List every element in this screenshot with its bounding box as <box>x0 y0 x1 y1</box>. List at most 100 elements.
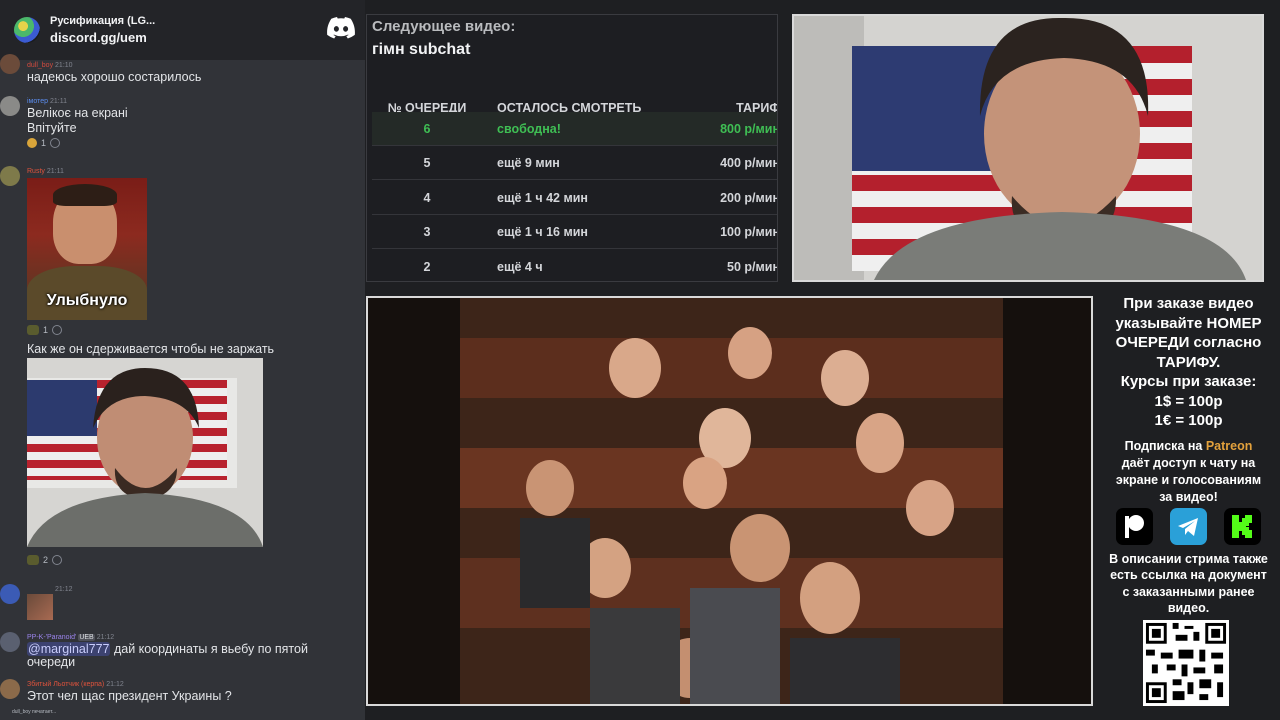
sub-prefix: Подписка на <box>1124 439 1206 453</box>
video-frame <box>460 298 1003 704</box>
message-username[interactable]: Збитый Льотчик (керпа) 21:12 <box>27 680 124 689</box>
order-info-panel: При заказе видео указывайте НОМЕР ОЧЕРЕД… <box>1097 290 1280 720</box>
qr-code[interactable] <box>1143 620 1229 706</box>
username-text: Rusty <box>27 168 45 175</box>
cell-position: 5 <box>423 156 431 170</box>
emoji-icon <box>27 325 39 335</box>
order-instructions: При заказе видео указывайте НОМЕР ОЧЕРЕД… <box>1097 294 1280 431</box>
reaction[interactable]: 2 <box>27 553 63 567</box>
cell-remaining: свободна! <box>497 122 561 136</box>
image-attachment[interactable] <box>27 358 263 547</box>
queue-panel: Следующее видео: гімн subchat № ОЧЕРЕДИ … <box>366 14 778 282</box>
message-username[interactable]: імотер 21:11 <box>27 97 67 106</box>
server-tag-badge: UEB <box>78 634 95 641</box>
patreon-glyph <box>1125 515 1144 538</box>
patreon-icon[interactable] <box>1116 508 1153 545</box>
subscription-note: Подписка на Patreon даёт доступ к чату н… <box>1097 438 1280 506</box>
discord-chat-panel: Русификация (LG... discord.gg/uem dull_b… <box>0 0 365 720</box>
avatar[interactable] <box>0 632 20 652</box>
message-username[interactable]: Rusty 21:11 <box>27 167 64 176</box>
webcam-snapshot <box>27 358 263 547</box>
message-username[interactable]: PP-K-'Paranoid' UEB 21:12 <box>27 633 114 642</box>
cell-remaining: ещё 1 ч 42 мин <box>497 191 588 205</box>
message-time: 21:12 <box>106 681 124 688</box>
reaction[interactable]: 1 <box>27 323 63 337</box>
username-text: Збитый Льотчик (керпа) <box>27 681 105 688</box>
info-line: с заказанными ранее <box>1122 584 1255 599</box>
discord-server-header[interactable]: Русификация (LG... discord.gg/uem <box>0 0 365 60</box>
sticker-image[interactable] <box>27 594 53 620</box>
cell-remaining: ещё 9 мин <box>497 156 560 170</box>
message-username[interactable]: dull_boy 21:10 <box>27 61 73 70</box>
cell-tariff: 200 р/мин <box>720 191 778 205</box>
video-player[interactable] <box>366 296 1093 706</box>
server-invite[interactable]: discord.gg/uem <box>50 29 155 47</box>
message-list[interactable]: dull_boy 21:10 надеюсь хорошо состарилос… <box>0 54 365 720</box>
letterbox-left <box>368 298 460 704</box>
telegram-glyph <box>1178 518 1198 536</box>
image-caption: Улыбнуло <box>46 292 128 309</box>
avatar[interactable] <box>0 166 20 186</box>
avatar[interactable] <box>0 54 20 74</box>
kick-icon[interactable] <box>1224 508 1261 545</box>
next-video-label: Следующее видео: <box>372 18 516 35</box>
image-attachment[interactable]: Улыбнуло <box>27 178 147 320</box>
cell-remaining: ещё 4 ч <box>497 260 543 274</box>
cell-position: 2 <box>423 260 431 274</box>
user-mention[interactable]: @marginal777 <box>27 642 111 656</box>
avatar[interactable] <box>0 679 20 699</box>
laugh-emoji-icon <box>27 138 37 148</box>
qr-code-icon <box>1143 620 1229 706</box>
audience-scene <box>460 298 1003 704</box>
message-username[interactable]: 21:12 <box>55 585 73 594</box>
username-text: імотер <box>27 98 49 105</box>
message-time: 21:11 <box>49 98 67 105</box>
info-line: В описании стрима также <box>1109 552 1268 566</box>
reaction-count: 1 <box>43 325 49 335</box>
avatar[interactable] <box>0 96 20 116</box>
add-reaction-icon[interactable] <box>50 138 61 148</box>
next-video-title: гімн subchat <box>372 41 471 58</box>
exchange-rate-eur: 1€ = 100р <box>1154 412 1223 429</box>
message-text: Этот чел щас президент Украины ? <box>27 689 232 703</box>
cell-tariff: 800 р/мин <box>720 122 778 136</box>
message-text: надеюсь хорошо состарилось <box>27 70 202 84</box>
letterbox-right <box>1003 298 1091 704</box>
cell-remaining: ещё 1 ч 16 мин <box>497 225 588 239</box>
table-row: 2 ещё 4 ч 50 р/мин <box>372 250 778 281</box>
patreon-link[interactable]: Patreon <box>1206 439 1253 453</box>
add-reaction-icon[interactable] <box>52 555 63 565</box>
username-text: dull_boy <box>27 62 54 69</box>
message-text: Как же он сдерживается чтобы не заржать <box>27 342 275 356</box>
reaction-count: 1 <box>41 138 47 148</box>
cell-tariff: 100 р/мин <box>720 225 778 239</box>
webcam-feed <box>794 16 1262 280</box>
table-row: 3 ещё 1 ч 16 мин 100 р/мин <box>372 215 778 249</box>
exchange-rate-usd: 1$ = 100р <box>1154 392 1223 410</box>
info-line: ОЧЕРЕДИ согласно <box>1115 334 1262 351</box>
message-text-part: дай координаты я вьебу по пятой <box>110 642 308 656</box>
avatar[interactable] <box>0 584 20 604</box>
cell-position: 6 <box>423 122 431 136</box>
cell-position: 3 <box>423 225 431 239</box>
telegram-icon[interactable] <box>1170 508 1207 545</box>
info-line: Подписка на Patreon <box>1097 438 1280 455</box>
info-line: видео. <box>1167 600 1210 615</box>
reaction-count: 2 <box>43 555 49 565</box>
message-time: 21:11 <box>46 168 64 175</box>
table-row: 4 ещё 1 ч 42 мин 200 р/мин <box>372 181 778 215</box>
info-line: даёт доступ к чату на <box>1121 456 1256 470</box>
message-time: 21:12 <box>55 586 73 593</box>
cell-position: 4 <box>423 191 431 205</box>
reaction[interactable]: 1 <box>27 136 61 150</box>
add-reaction-icon[interactable] <box>52 325 63 335</box>
username-text: PP-K-'Paranoid' <box>27 634 77 641</box>
server-name: Русификация (LG... <box>50 14 156 27</box>
message-time: 21:12 <box>96 634 115 641</box>
cell-tariff: 50 р/мин <box>727 260 778 274</box>
message-text: очереди <box>27 655 76 669</box>
emoji-icon <box>27 555 39 565</box>
table-row: 6 свободна! 800 р/мин <box>372 112 778 146</box>
info-line: Курсы при заказе: <box>1120 373 1257 390</box>
streamer-webcam <box>792 14 1264 282</box>
